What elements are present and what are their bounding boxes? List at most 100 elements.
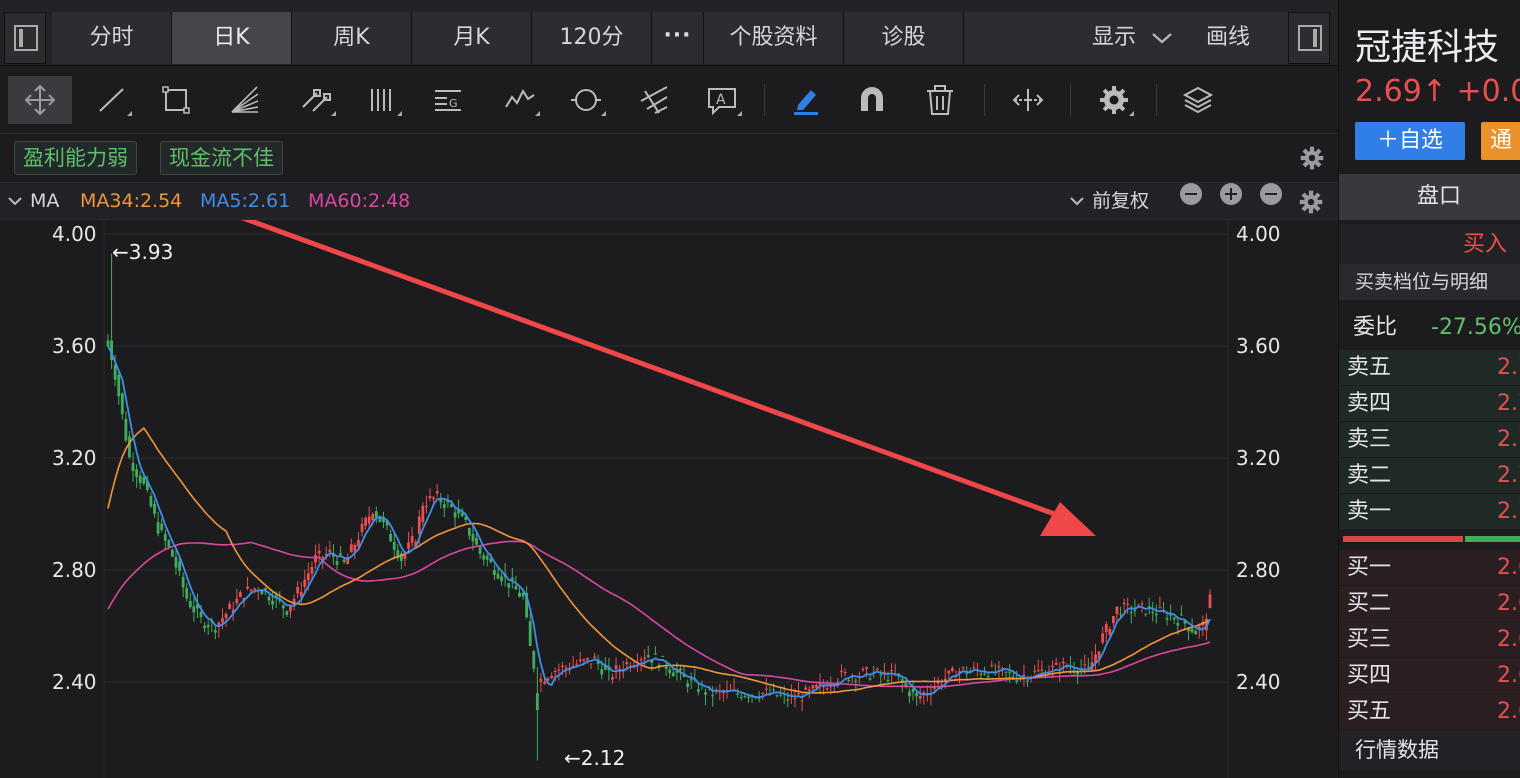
bid-row[interactable]: 买五 2.6 <box>1339 694 1520 729</box>
indicator-name[interactable]: MA <box>30 183 59 219</box>
parallel-channel-tool[interactable] <box>290 76 342 124</box>
connect-badge[interactable]: 通 <box>1481 122 1520 160</box>
ask-price: 2.7 <box>1497 391 1520 416</box>
draw-line-button[interactable]: 画线 <box>1206 12 1250 64</box>
bid-row[interactable]: 买三 2.6 <box>1339 622 1520 657</box>
bid-ask-ratio-bar <box>1343 536 1520 542</box>
gear-icon[interactable] <box>1300 146 1324 170</box>
bid-row[interactable]: 买二 2.6 <box>1339 586 1520 621</box>
gear-icon[interactable] <box>1299 190 1323 214</box>
candle-body <box>328 549 332 552</box>
left-panel-toggle-button[interactable] <box>4 12 46 64</box>
tab-monthly-k[interactable]: 月K <box>412 12 532 64</box>
ask-row[interactable]: 卖四 2.7 <box>1339 386 1520 421</box>
svg-text:A: A <box>716 92 726 108</box>
candle-body <box>428 496 432 499</box>
y-tick-label-right: 4.00 <box>1236 222 1281 246</box>
candle-body <box>797 693 800 695</box>
candle-body <box>1033 670 1037 672</box>
tab-company-profile[interactable]: 个股资料 <box>704 12 844 64</box>
remove-indicator-icon[interactable] <box>1260 183 1282 205</box>
candle-body <box>417 516 421 534</box>
zoom-range-tool[interactable] <box>1002 76 1054 124</box>
fibonacci-tool[interactable]: G <box>422 76 474 124</box>
tab-120min[interactable]: 120分 <box>532 12 652 64</box>
rectangle-tool[interactable] <box>150 76 202 124</box>
ask-row[interactable]: 卖二 2.7 <box>1339 458 1520 493</box>
candle-body <box>711 695 715 697</box>
candle-body <box>124 418 128 441</box>
tab-fenshi[interactable]: 分时 <box>52 12 172 64</box>
candle-body <box>664 666 668 669</box>
layers-button[interactable] <box>1172 76 1224 124</box>
candle-body <box>306 573 310 581</box>
ask-row[interactable]: 卖三 2.7 <box>1339 422 1520 457</box>
tab-diagnosis[interactable]: 诊股 <box>844 12 964 64</box>
tag-weak-profitability[interactable]: 盈利能力弱 <box>14 141 137 175</box>
candle-body <box>614 665 618 670</box>
kline-chart[interactable]: 4.00 3.60 3.20 2.80 2.40 4.00 3.60 3.20 … <box>0 220 1338 778</box>
candle-body <box>589 663 593 665</box>
svg-text:G: G <box>449 97 458 110</box>
toolbar-settings-button[interactable] <box>1088 76 1140 124</box>
channel-icon <box>302 89 331 112</box>
magnet-tool[interactable] <box>846 76 898 124</box>
right-panel-toggle-button[interactable] <box>1288 12 1330 64</box>
price-adjust-dropdown[interactable]: 前复权 <box>1092 183 1149 219</box>
candle-body <box>120 393 124 414</box>
bid-row[interactable]: 买四 2.6 <box>1339 658 1520 693</box>
add-indicator-icon[interactable] <box>1220 183 1242 205</box>
horizontal-resize-icon <box>1012 89 1044 111</box>
pitchfork-icon <box>640 86 668 114</box>
order-levels-detail-header[interactable]: 买卖档位与明细 <box>1339 264 1520 300</box>
ask-row[interactable]: 卖一 2.7 <box>1339 494 1520 529</box>
tab-weekly-k[interactable]: 周K <box>292 12 412 64</box>
y-tick-label-right: 3.60 <box>1236 334 1281 358</box>
text-annotation-tool[interactable]: A <box>696 76 748 124</box>
candle-body <box>310 566 314 574</box>
candle-body <box>117 374 121 397</box>
move-tool[interactable] <box>8 76 72 124</box>
chevron-down-icon[interactable] <box>8 196 22 206</box>
candle-body <box>639 659 643 661</box>
vertical-lines-tool[interactable] <box>356 76 408 124</box>
bid-price: 2.6 <box>1497 555 1520 580</box>
cycle-tool[interactable] <box>560 76 612 124</box>
bid-row[interactable]: 买一 2.6 <box>1339 550 1520 585</box>
line-tool[interactable] <box>86 76 138 124</box>
candle-body <box>654 653 657 655</box>
fan-tool[interactable] <box>218 76 270 124</box>
candle-body <box>908 691 911 697</box>
stock-name: 冠捷科技 <box>1355 27 1500 68</box>
highlighter-tool[interactable] <box>780 76 832 124</box>
kline-chart-canvas[interactable] <box>0 220 1338 778</box>
display-dropdown[interactable]: 显示 <box>1092 12 1173 64</box>
wave-tool[interactable] <box>494 76 546 124</box>
candle-body <box>389 533 393 542</box>
tab-order-book[interactable]: 盘口 <box>1339 174 1520 220</box>
market-data-header[interactable]: 行情数据 <box>1339 730 1520 770</box>
candle-body <box>1040 669 1044 671</box>
candle-body <box>1190 628 1194 633</box>
candle-body <box>1179 614 1183 616</box>
trend-arrow-head <box>1040 502 1096 536</box>
candle-body <box>188 600 192 608</box>
add-watchlist-button[interactable]: ＋自选 <box>1355 122 1465 160</box>
candle-body <box>221 618 224 623</box>
ask-row[interactable]: 卖五 2.7 <box>1339 350 1520 385</box>
ma5-line <box>107 345 1211 699</box>
more-periods-button[interactable]: ··· <box>652 12 704 64</box>
collapse-indicator-icon[interactable] <box>1180 183 1202 205</box>
candle-body <box>482 555 486 560</box>
candle-body <box>1176 623 1180 626</box>
candle-body <box>761 693 765 695</box>
buy-button[interactable]: 买入 <box>1339 224 1520 264</box>
candle-body <box>1083 664 1087 666</box>
candle-body <box>335 561 339 565</box>
tab-daily-k[interactable]: 日K <box>172 12 292 64</box>
candle-body <box>1101 633 1105 643</box>
candle-body <box>1119 614 1122 616</box>
delete-tool[interactable] <box>914 76 966 124</box>
tag-poor-cashflow[interactable]: 现金流不佳 <box>160 141 283 175</box>
pitchfork-tool[interactable] <box>628 76 680 124</box>
